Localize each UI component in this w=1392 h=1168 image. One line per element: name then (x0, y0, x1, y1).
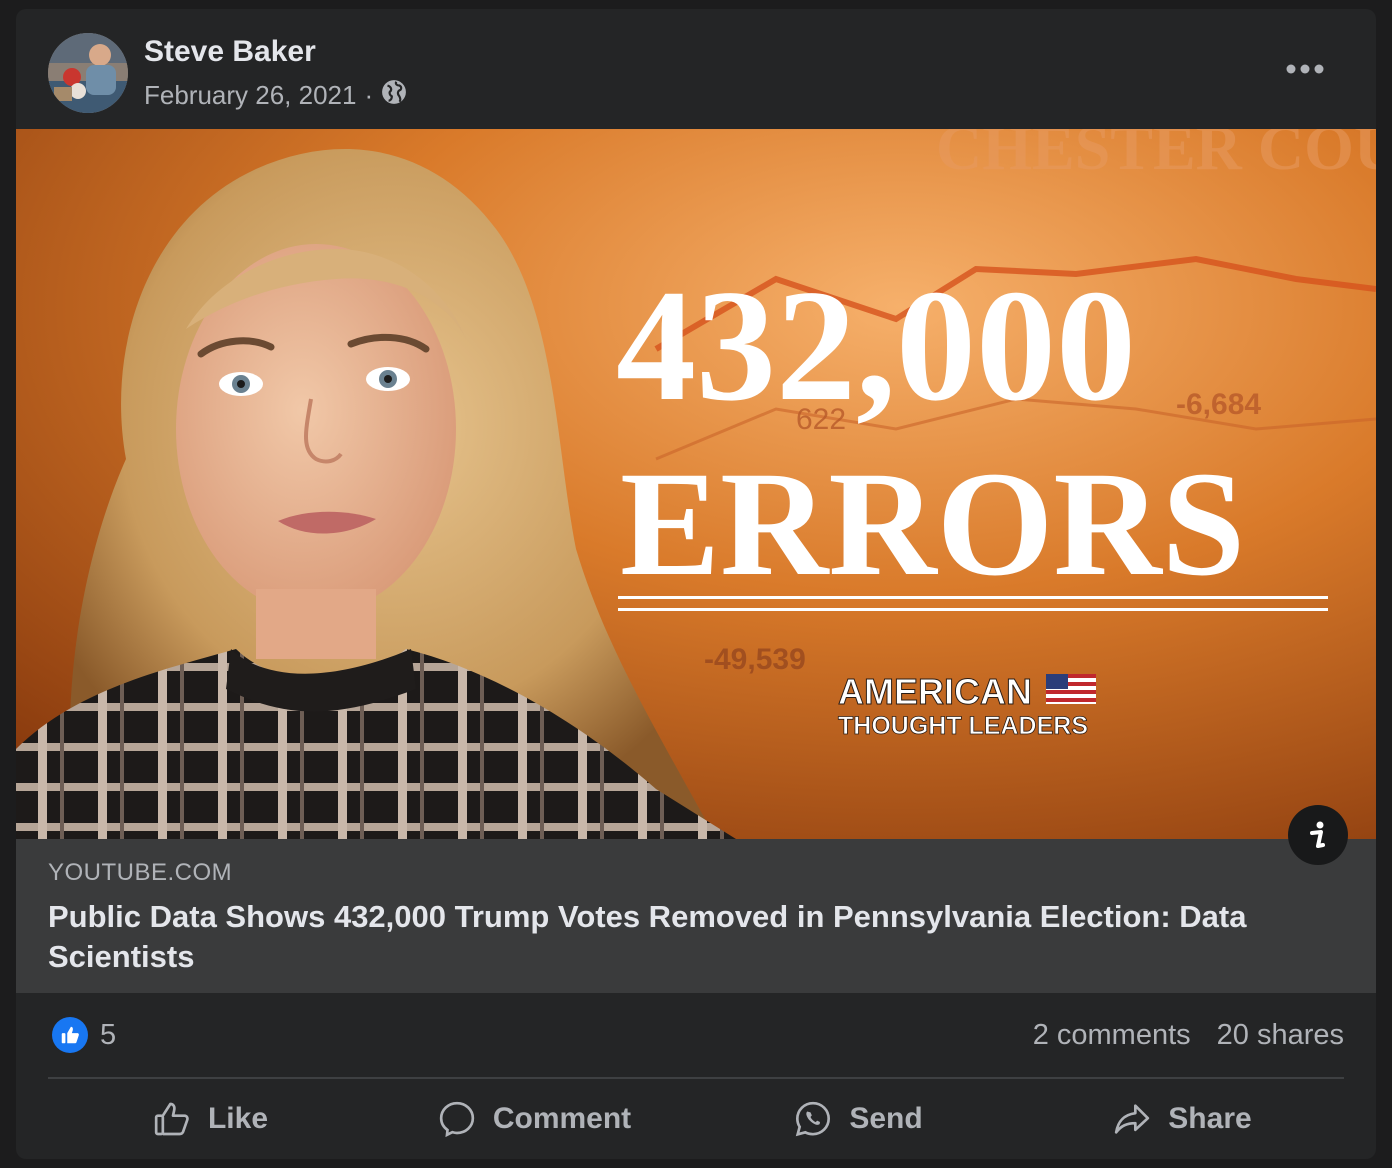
share-arrow-icon (1115, 1104, 1150, 1134)
more-horizontal-icon (1286, 64, 1324, 74)
send-label: Send (849, 1102, 923, 1135)
video-thumbnail[interactable]: CHESTER COU 622 -6,684 -49,539 432,000 E… (16, 129, 1376, 839)
more-options-button[interactable] (1280, 51, 1330, 87)
share-label: Share (1168, 1102, 1252, 1135)
send-button[interactable]: Send (696, 1083, 1020, 1155)
reaction-count[interactable]: 5 (100, 1019, 116, 1052)
post-date[interactable]: February 26, 2021 (144, 80, 356, 111)
post-card: Steve Baker February 26, 2021 · CHESTER … (16, 9, 1376, 1159)
comments-count[interactable]: 2 comments (1033, 1019, 1191, 1052)
author-avatar[interactable] (48, 33, 128, 113)
comment-button[interactable]: Comment (372, 1083, 696, 1155)
headline-word: ERRORS (620, 441, 1245, 607)
share-button[interactable]: Share (1020, 1083, 1344, 1155)
link-domain: YOUTUBE.COM (48, 859, 233, 886)
thumbs-up-outline-icon (154, 1102, 189, 1136)
engagement-stats: 5 2 comments 20 shares (48, 1009, 1344, 1061)
thumbs-up-icon[interactable] (52, 1017, 88, 1053)
bg-county-text: CHESTER COU (936, 129, 1376, 183)
actions-divider (48, 1077, 1344, 1079)
post-actions: Like Comment Send Share (48, 1083, 1344, 1155)
info-button[interactable] (1288, 805, 1348, 865)
whatsapp-icon (796, 1101, 831, 1137)
like-label: Like (207, 1102, 269, 1135)
brand-line1: AMERICAN (838, 671, 1032, 712)
info-icon (1310, 821, 1325, 848)
comment-icon (439, 1101, 474, 1138)
globe-icon (381, 79, 407, 112)
us-flag-icon (1046, 674, 1096, 704)
meta-separator: · (364, 80, 374, 110)
shares-count[interactable]: 20 shares (1217, 1019, 1344, 1052)
headline-number: 432,000 (616, 256, 1136, 434)
bg-chart-number: -49,539 (704, 643, 806, 676)
author-name[interactable]: Steve Baker (144, 35, 316, 69)
bg-chart-number: -6,684 (1176, 388, 1261, 421)
like-button[interactable]: Like (48, 1083, 372, 1155)
brand-line2: THOUGHT LEADERS (838, 712, 1088, 740)
link-title[interactable]: Public Data Shows 432,000 Trump Votes Re… (48, 897, 1308, 977)
comment-label: Comment (492, 1102, 632, 1135)
link-preview[interactable]: YOUTUBE.COM Public Data Shows 432,000 Tr… (16, 839, 1376, 993)
post-meta: February 26, 2021 · (144, 79, 407, 112)
